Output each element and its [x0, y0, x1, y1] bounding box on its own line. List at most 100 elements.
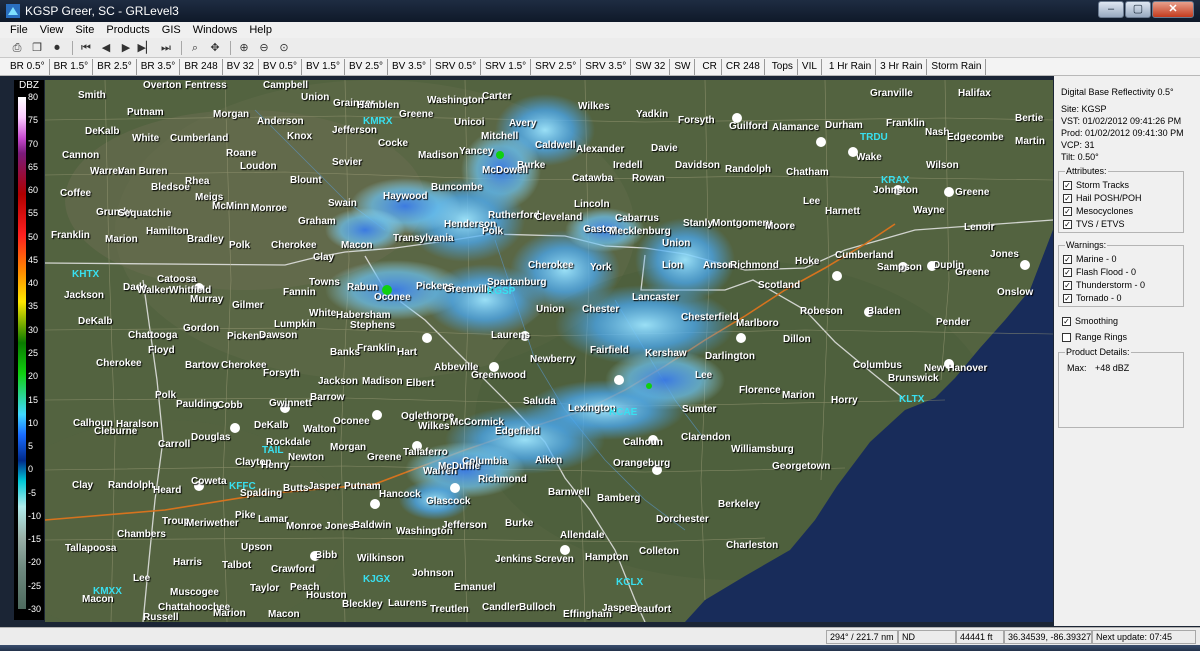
- mesocyclones-checkbox[interactable]: ✓ Mesocyclones: [1063, 206, 1133, 216]
- menu-view[interactable]: View: [34, 22, 70, 38]
- product-tab[interactable]: 1 Hr Rain: [825, 58, 877, 75]
- product-tab[interactable]: SRV 0.5°: [431, 58, 482, 75]
- thunderstorm-checkbox[interactable]: ✓ Thunderstorm - 0: [1063, 280, 1145, 290]
- product-tab[interactable]: BR 0.5°: [6, 58, 50, 75]
- window-controls: – ▢ ✕: [1097, 1, 1194, 18]
- step-back-icon[interactable]: ◀: [97, 40, 115, 56]
- marine-checkbox[interactable]: ✓ Marine - 0: [1063, 254, 1117, 264]
- radar-site-label[interactable]: KMXX: [93, 586, 122, 597]
- taskbar: [0, 645, 1200, 651]
- county-label: Horry: [831, 395, 858, 406]
- product-tab[interactable]: Storm Rain: [927, 58, 987, 75]
- smoothing-checkbox[interactable]: ✓ Smoothing: [1062, 316, 1118, 326]
- product-tab[interactable]: BV 32: [223, 58, 259, 75]
- range-rings-checkbox[interactable]: Range Rings: [1062, 332, 1127, 342]
- product-tab[interactable]: Tops: [768, 58, 798, 75]
- menu-products[interactable]: Products: [100, 22, 155, 38]
- hail-checkbox[interactable]: ✓ Hail POSH/POH: [1063, 193, 1142, 203]
- copy-icon[interactable]: ❐: [28, 40, 46, 56]
- radar-site-label[interactable]: KGSP: [487, 286, 515, 297]
- county-label: Bertie: [1015, 113, 1044, 124]
- product-tab[interactable]: VIL: [798, 58, 822, 75]
- radar-site-label[interactable]: KJGX: [363, 574, 390, 585]
- county-label: Henry: [261, 460, 290, 471]
- county-label: Glascock: [426, 496, 471, 507]
- county-label: Burke: [505, 518, 534, 529]
- product-tab[interactable]: SW: [670, 58, 696, 75]
- county-label: Gilmer: [232, 300, 264, 311]
- check-icon: ✓: [1063, 267, 1072, 277]
- product-tab[interactable]: BV 1.5°: [302, 58, 345, 75]
- radar-site-label[interactable]: KHTX: [72, 269, 99, 280]
- record-icon[interactable]: ⏺: [48, 40, 66, 56]
- menu-windows[interactable]: Windows: [187, 22, 244, 38]
- product-tab[interactable]: SW 32: [631, 58, 671, 75]
- county-label: Bulloch: [519, 602, 556, 613]
- product-tab[interactable]: SRV 2.5°: [531, 58, 582, 75]
- county-label: Lee: [133, 573, 151, 584]
- menu-site[interactable]: Site: [69, 22, 100, 38]
- flash-flood-checkbox[interactable]: ✓ Flash Flood - 0: [1063, 267, 1136, 277]
- step-forward-icon[interactable]: ▶▏: [137, 40, 155, 56]
- max-label: Max:: [1067, 363, 1087, 373]
- maximize-button[interactable]: ▢: [1125, 1, 1151, 18]
- county-label: Charleston: [726, 540, 779, 551]
- radar-map[interactable]: Smith Putnam Overton Fentress Campbell Union G…: [45, 80, 1053, 622]
- legend-color-bar: [18, 97, 26, 609]
- product-tab[interactable]: BR 1.5°: [50, 58, 94, 75]
- county-label: Houston: [306, 590, 347, 601]
- radar-site-label[interactable]: TAIL: [262, 445, 283, 456]
- menu-gis[interactable]: GIS: [156, 22, 187, 38]
- county-label: Lincoln: [574, 199, 610, 210]
- minimize-button[interactable]: –: [1098, 1, 1124, 18]
- product-tab[interactable]: BR 3.5°: [137, 58, 181, 75]
- storm-tracks-checkbox[interactable]: ✓ Storm Tracks: [1063, 180, 1129, 190]
- print-icon[interactable]: ⎙: [8, 40, 26, 56]
- county-label: Treutlen: [430, 604, 469, 615]
- product-tab[interactable]: BV 3.5°: [388, 58, 432, 75]
- zoom-reset-icon[interactable]: ⊙: [275, 40, 293, 56]
- county-label: Sumter: [682, 404, 717, 415]
- checkbox-label: Smoothing: [1075, 316, 1119, 326]
- product-tab[interactable]: CR: [698, 58, 722, 75]
- county-label: Yadkin: [636, 109, 669, 120]
- zoom-icon[interactable]: ⌕: [186, 40, 204, 56]
- county-label: Clarendon: [681, 432, 731, 443]
- zoom-in-icon[interactable]: ⊕: [235, 40, 253, 56]
- first-frame-icon[interactable]: ⏮: [77, 40, 95, 56]
- product-tab[interactable]: SRV 1.5°: [481, 58, 532, 75]
- county-label: Granville: [870, 88, 913, 99]
- county-label: Cherokee: [221, 360, 267, 371]
- county-label: Barrow: [310, 392, 345, 403]
- product-tab[interactable]: BR 2.5°: [93, 58, 137, 75]
- product-tab[interactable]: CR 248: [722, 58, 765, 75]
- pan-icon[interactable]: ✥: [206, 40, 224, 56]
- close-button[interactable]: ✕: [1152, 1, 1194, 18]
- county-label: Carter: [482, 91, 512, 102]
- product-tab[interactable]: BV 0.5°: [259, 58, 302, 75]
- last-frame-icon[interactable]: ⏭: [157, 40, 175, 56]
- county-label: Barnwell: [548, 487, 590, 498]
- menu-file[interactable]: File: [4, 22, 34, 38]
- product-tab[interactable]: SRV 3.5°: [581, 58, 632, 75]
- vcp-info: VCP: 31: [1061, 140, 1095, 150]
- radar-site-label[interactable]: KCLX: [616, 577, 643, 588]
- radar-site-label[interactable]: KFFC: [229, 481, 256, 492]
- product-tab[interactable]: 3 Hr Rain: [876, 58, 928, 75]
- radar-site-label[interactable]: KRAX: [881, 175, 909, 186]
- radar-site-label[interactable]: KCAE: [609, 407, 637, 418]
- radar-site-label[interactable]: KMRX: [363, 116, 392, 127]
- zoom-out-icon[interactable]: ⊖: [255, 40, 273, 56]
- legend-tick: 0: [28, 464, 34, 475]
- product-tab[interactable]: BR 248: [180, 58, 223, 75]
- county-label: Wayne: [913, 205, 945, 216]
- menu-help[interactable]: Help: [243, 22, 278, 38]
- tornado-checkbox[interactable]: ✓ Tornado - 0: [1063, 293, 1122, 303]
- product-tab[interactable]: BV 2.5°: [345, 58, 389, 75]
- county-label: Caldwell: [535, 140, 576, 151]
- tvs-checkbox[interactable]: ✓ TVS / ETVS: [1063, 219, 1125, 229]
- radar-site-label[interactable]: KLTX: [899, 394, 924, 405]
- radar-site-label[interactable]: TRDU: [860, 132, 888, 143]
- play-icon[interactable]: ▶: [117, 40, 135, 56]
- county-label: Putnam: [344, 481, 381, 492]
